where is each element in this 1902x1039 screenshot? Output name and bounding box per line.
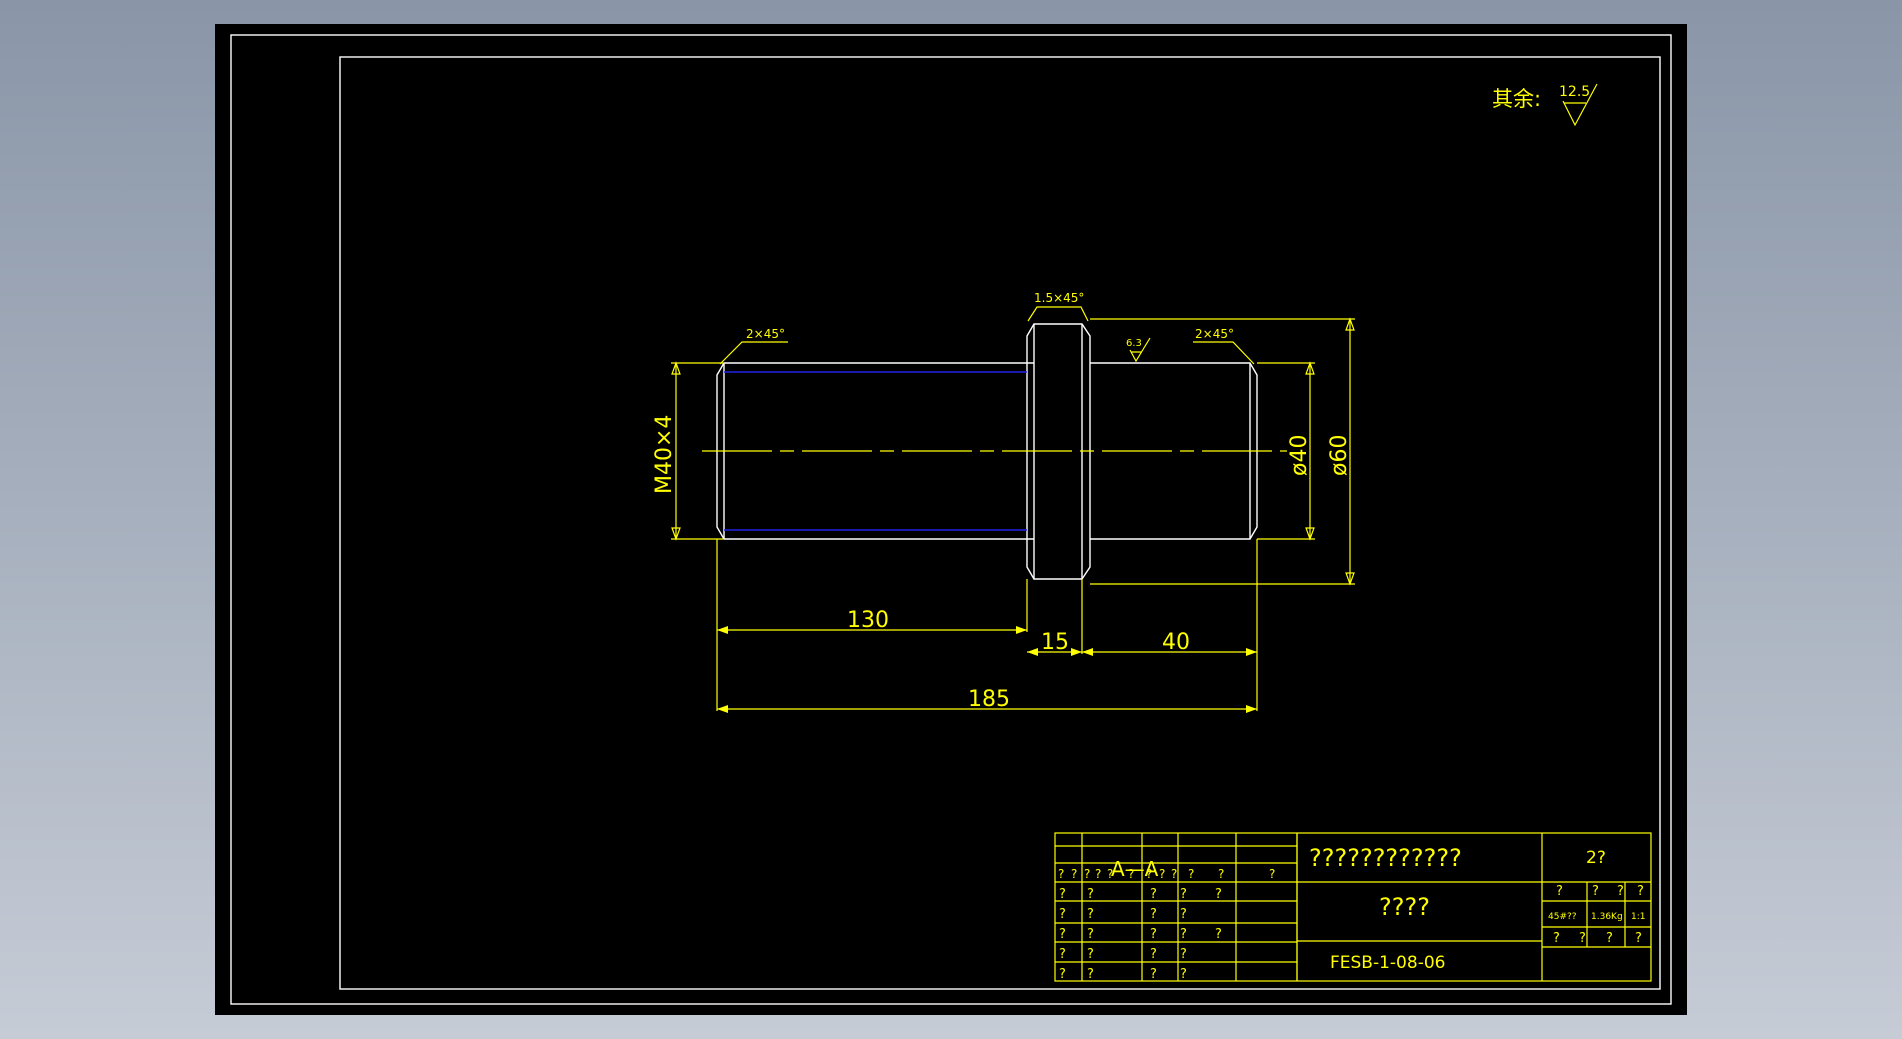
header-mark: ? (1637, 884, 1644, 899)
row-mark: ? (1188, 867, 1194, 881)
grid-mark: ? (1180, 947, 1187, 962)
grid-mark: ? (1087, 907, 1094, 922)
left-chamfer-leader (719, 341, 788, 365)
header-mark: ? (1617, 884, 1624, 899)
thread-dim-text: M40×4 (652, 415, 677, 494)
grid-mark: ? (1059, 947, 1066, 962)
roughness-note-label: 其余: (1492, 87, 1541, 111)
right-chamfer-leader (1193, 341, 1255, 365)
row-mark: ? (1107, 867, 1113, 881)
grid-mark: ? (1059, 887, 1066, 902)
general-roughness-note: 其余: 12.5 (1492, 83, 1598, 127)
drawing-title: ???????????? (1309, 844, 1462, 872)
footer-mark: ? (1635, 931, 1642, 946)
inner-drawing-frame (339, 56, 1661, 990)
material-text: 45#?? (1548, 912, 1577, 922)
row-mark: ? (1218, 867, 1224, 881)
weight-text: 1.36Kg (1591, 912, 1623, 922)
cad-drawing-viewport[interactable]: 其余: 12.5 M40×4 ø40 ø60 130 15 40 185 2×4… (215, 24, 1687, 1015)
grid-mark: ? (1087, 967, 1094, 982)
grid-mark: ? (1087, 947, 1094, 962)
grid-mark: ? (1150, 887, 1157, 902)
len185-text: 185 (968, 687, 1010, 712)
dia60-dim-text: ø60 (1327, 435, 1352, 476)
roughness-note-value: 12.5 (1559, 84, 1590, 100)
row-mark: ? (1146, 867, 1152, 881)
footer-mark: ? (1606, 931, 1613, 946)
right-chamfer-text: 2×45° (1195, 327, 1234, 341)
grid-mark: ? (1215, 927, 1222, 942)
title-left-columns (1081, 833, 1298, 981)
collar-chamfer-leader (1027, 306, 1089, 322)
grid-mark: ? (1150, 947, 1157, 962)
surface-mark-text: 6.3 (1126, 338, 1142, 349)
grid-mark: ? (1150, 927, 1157, 942)
header-mark: ? (1556, 884, 1563, 899)
grid-mark: ? (1059, 967, 1066, 982)
collar-chamfer-text: 1.5×45° (1034, 291, 1084, 305)
footer-mark: ? (1553, 931, 1560, 946)
footer-mark: ? (1579, 931, 1586, 946)
grid-mark: ? (1059, 927, 1066, 942)
title-left-rows (1055, 845, 1297, 963)
grid-mark: ? (1180, 907, 1187, 922)
grid-mark: ? (1059, 907, 1066, 922)
header-mark: ? (1592, 884, 1599, 899)
dia40-dim-text: ø40 (1287, 435, 1312, 476)
row-mark: ? (1058, 867, 1064, 881)
row-mark: ? (1084, 867, 1090, 881)
grid-mark: ? (1180, 887, 1187, 902)
chamfer-callouts: 2×45° 1.5×45° 2×45° 6.3 (719, 291, 1255, 365)
drawing-canvas[interactable]: 其余: 12.5 M40×4 ø40 ø60 130 15 40 185 2×4… (215, 24, 1687, 1015)
row-mark: ? (1095, 867, 1101, 881)
len130-text: 130 (847, 608, 889, 633)
grid-mark: ? (1180, 967, 1187, 982)
grid-mark: ? (1087, 927, 1094, 942)
row-mark: ? (1159, 867, 1165, 881)
left-chamfer-text: 2×45° (746, 327, 785, 341)
row-mark: ? (1269, 867, 1275, 881)
len15-text: 15 (1041, 630, 1069, 655)
row-mark: ? (1071, 867, 1077, 881)
drawing-number: FESB-1-08-06 (1330, 953, 1445, 973)
part-name: ???? (1379, 893, 1430, 921)
scale-text: 1:1 (1631, 912, 1645, 922)
sheet-number: 2? (1586, 848, 1606, 868)
grid-mark: ? (1087, 887, 1094, 902)
grid-mark: ? (1150, 967, 1157, 982)
len40-text: 40 (1162, 630, 1190, 655)
title-block: A—A ???????????? ???? FESB-1-08-06 2? 45… (1054, 832, 1652, 982)
grid-mark: ? (1180, 927, 1187, 942)
row-mark: ? (1128, 867, 1134, 881)
row-mark: ? (1171, 867, 1177, 881)
extension-lines (716, 539, 1258, 711)
grid-mark: ? (1215, 887, 1222, 902)
grid-mark: ? (1150, 907, 1157, 922)
